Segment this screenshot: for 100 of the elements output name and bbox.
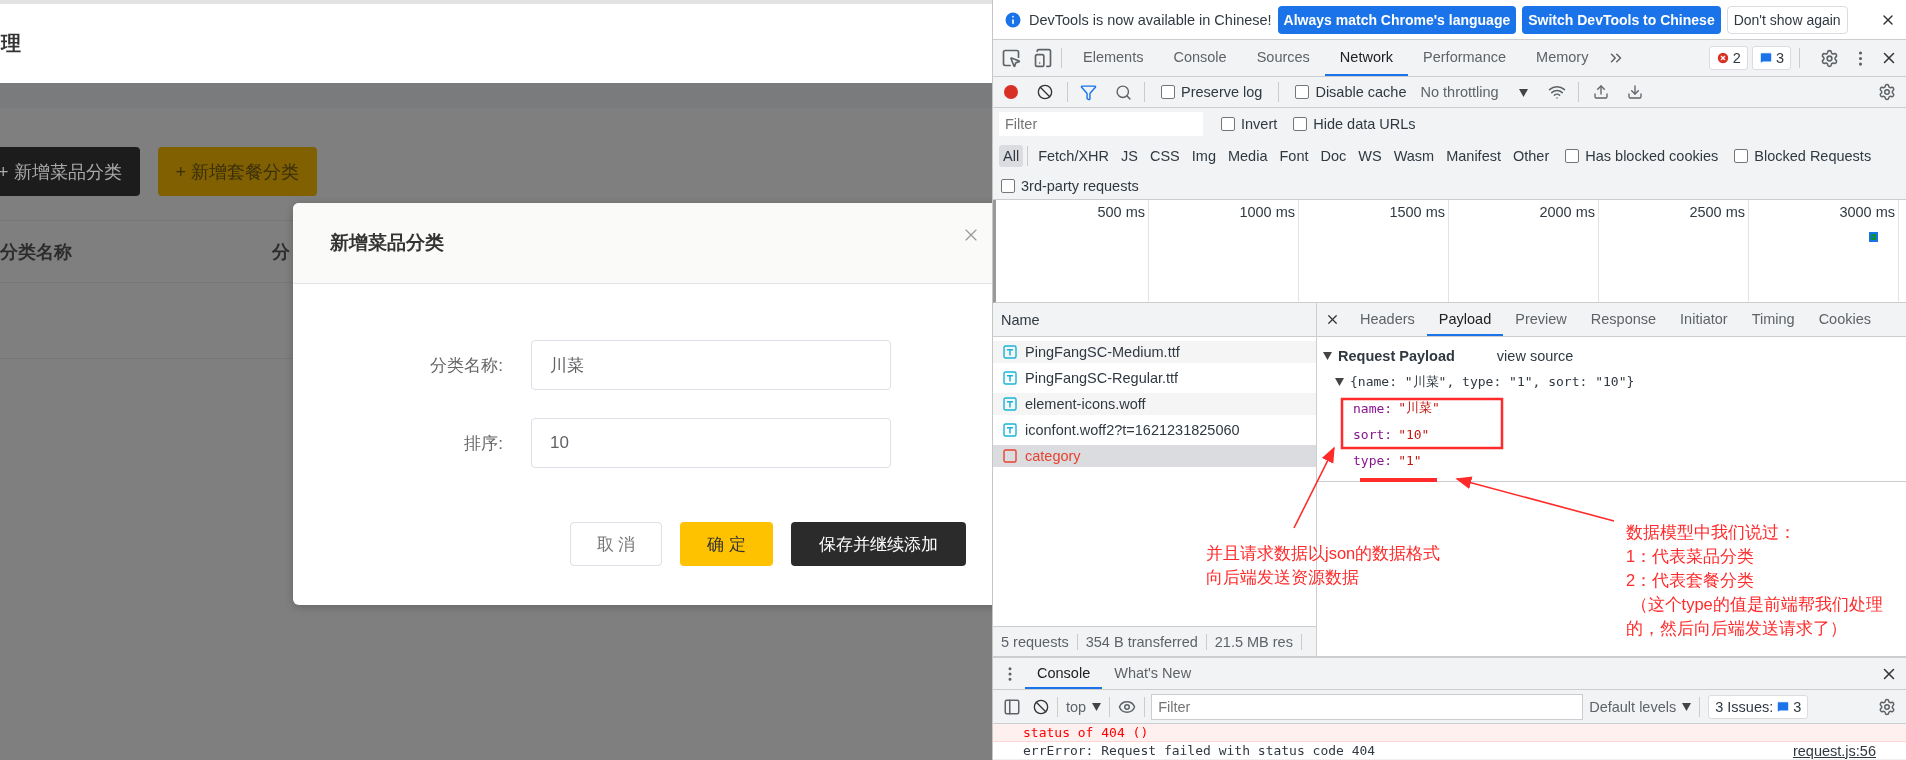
property-key: name: (1353, 400, 1393, 416)
filter-field[interactable]: Filter (999, 112, 1203, 136)
type-filter[interactable]: Other (1509, 145, 1554, 167)
type-filter[interactable]: Fetch/XHR (1034, 145, 1114, 167)
property-value: "川菜" (1398, 399, 1440, 417)
throttling-select[interactable]: No throttling (1420, 84, 1499, 100)
import-icon[interactable] (1592, 84, 1609, 100)
file-icon (1003, 449, 1017, 463)
drawer-tab[interactable]: What's New (1102, 658, 1204, 689)
checkbox[interactable] (1293, 117, 1308, 131)
panel-tab[interactable]: Memory (1521, 40, 1604, 76)
detail-tab[interactable]: Initiator (1668, 303, 1740, 336)
infobar-button[interactable]: Switch DevTools to Chinese (1522, 5, 1721, 34)
dialog-button[interactable]: 保存并继续添加 (791, 522, 966, 566)
type-filter[interactable]: JS (1117, 145, 1142, 167)
filter-icon[interactable] (1080, 83, 1097, 101)
context-select[interactable]: top (1066, 698, 1087, 715)
input-field[interactable]: 川菜 (531, 340, 891, 390)
record-icon[interactable] (1003, 84, 1019, 100)
type-filter[interactable]: Wasm (1389, 145, 1439, 167)
dropdown-caret-icon[interactable] (1682, 702, 1692, 711)
inspect-icon[interactable] (1001, 48, 1021, 68)
request-row[interactable]: PingFangSC-Medium.ttf (993, 341, 1316, 363)
close-icon[interactable] (1325, 312, 1340, 327)
panel-tab[interactable]: Performance (1408, 40, 1522, 76)
detail-tab[interactable]: Timing (1739, 303, 1807, 336)
time-tick: 2000 ms (1539, 204, 1595, 220)
dialog-title: 新增菜品分类 (330, 231, 444, 255)
type-filter[interactable]: Font (1275, 145, 1313, 167)
time-tick: 2500 ms (1689, 204, 1745, 220)
checkbox[interactable] (1161, 85, 1175, 99)
property-key: sort: (1353, 426, 1393, 442)
checkbox-label: Blocked Requests (1754, 148, 1872, 164)
property-key: type: (1353, 452, 1393, 468)
levels-select[interactable]: Default levels (1589, 698, 1677, 715)
type-filter[interactable]: Media (1223, 145, 1272, 167)
request-row[interactable]: element-icons.woff (993, 393, 1316, 415)
time-tick: 1500 ms (1389, 204, 1445, 220)
payload-summary: {name: "川菜", type: "1", sort: "10"} (1350, 373, 1635, 391)
page-title: 理 (1, 31, 21, 56)
error-count-badge[interactable]: 2 (1708, 46, 1748, 70)
network-conditions-icon[interactable] (1547, 83, 1566, 101)
type-filter[interactable]: Img (1187, 145, 1220, 167)
checkbox-label: Hide data URLs (1313, 116, 1416, 132)
dialog-button[interactable]: 取 消 (570, 522, 662, 566)
infobar-button[interactable]: Don't show again (1726, 5, 1848, 34)
annotation-note: 数据模型中我们说过： 1：代表菜品分类 2：代表套餐分类 （这个type的值是前端帮我们处理 的，然后向后端发送请求了） (1626, 522, 1883, 639)
detail-tab[interactable]: Headers (1348, 303, 1427, 336)
checkbox-label: Disable cache (1315, 84, 1407, 100)
detail-tab[interactable]: Cookies (1806, 303, 1884, 336)
column-header: 分 (272, 240, 290, 264)
device-toolbar-icon[interactable] (1033, 48, 1053, 68)
infobar-button[interactable]: Always match Chrome's language (1277, 5, 1517, 34)
type-filter[interactable]: CSS (1145, 145, 1184, 167)
input-field[interactable]: 10 (531, 418, 891, 468)
type-filter[interactable]: Doc (1316, 145, 1351, 167)
field-label: 分类名称: (429, 354, 503, 377)
detail-tab[interactable]: Response (1578, 303, 1669, 336)
checkbox[interactable] (1001, 178, 1015, 193)
message-count-badge[interactable]: 3 (1751, 46, 1791, 70)
settings-icon[interactable] (1878, 697, 1896, 716)
column-header: 分类名称 (0, 240, 72, 264)
type-filter[interactable]: WS (1354, 145, 1386, 167)
source-link[interactable]: request.js:56 (1792, 742, 1876, 759)
export-icon[interactable] (1626, 84, 1643, 100)
checkbox[interactable] (1295, 85, 1310, 99)
property-value: "10" (1398, 426, 1430, 442)
font-file-icon (1003, 345, 1017, 359)
section-title: Request Payload (1338, 348, 1455, 364)
expand-caret-icon[interactable] (1323, 352, 1332, 360)
panel-tab[interactable]: Elements (1068, 40, 1159, 76)
dropdown-caret-icon[interactable] (1092, 702, 1102, 711)
clear-icon[interactable] (1037, 84, 1053, 100)
message-icon (1758, 51, 1773, 65)
detail-tab[interactable]: Payload (1426, 303, 1504, 336)
expand-caret-icon[interactable] (1335, 378, 1344, 386)
filter-field[interactable]: Filter (1151, 693, 1584, 720)
checkbox-label: Invert (1241, 116, 1278, 132)
settings-icon[interactable] (1878, 83, 1896, 101)
type-filter[interactable]: All (999, 145, 1024, 167)
settings-icon[interactable] (1820, 48, 1839, 68)
detail-tab[interactable]: Preview (1503, 303, 1579, 336)
dialog-button[interactable]: 确 定 (680, 522, 773, 566)
sidebar-toggle-icon[interactable] (1003, 697, 1021, 716)
panel-tab[interactable]: Console (1158, 40, 1242, 76)
panel-tab[interactable]: Sources (1241, 40, 1325, 76)
checkbox[interactable] (1734, 149, 1749, 163)
type-filter[interactable]: Manifest (1442, 145, 1505, 167)
clear-icon[interactable] (1033, 698, 1049, 715)
dropdown-caret-icon[interactable] (1518, 89, 1528, 97)
view-source-link[interactable]: view source (1496, 348, 1574, 364)
issues-button[interactable]: 3 Issues: 3 (1708, 694, 1809, 719)
font-file-icon (1003, 423, 1017, 437)
summary-text: 21.5 MB res (1206, 633, 1302, 650)
search-icon[interactable] (1115, 83, 1132, 101)
time-tick: 3000 ms (1839, 204, 1895, 220)
checkbox[interactable] (1221, 117, 1235, 131)
time-tick: 1000 ms (1239, 204, 1295, 220)
checkbox[interactable] (1565, 149, 1580, 163)
message-icon (1776, 699, 1791, 714)
